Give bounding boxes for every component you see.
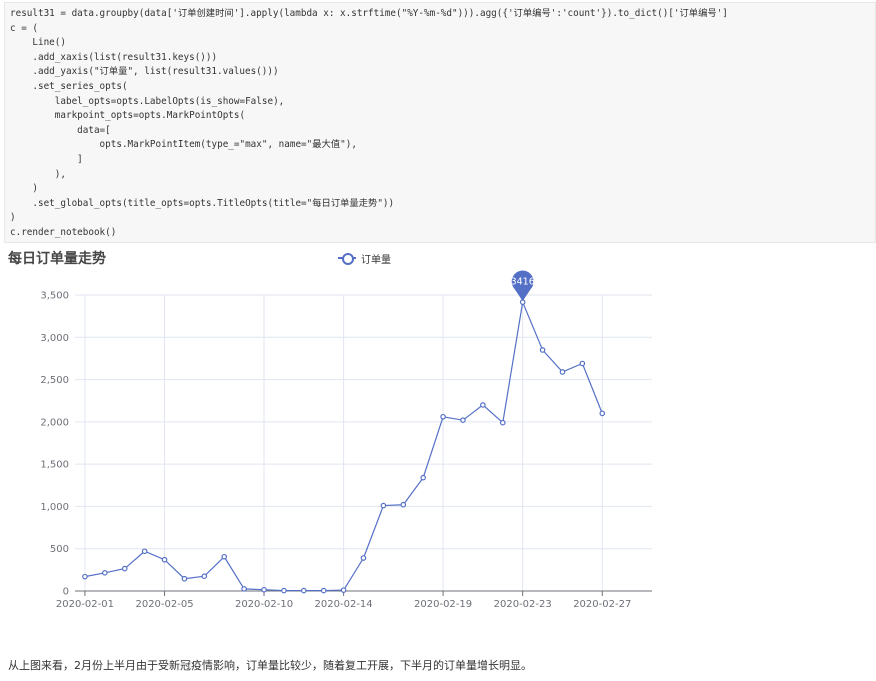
- y-tick-label: 1,000: [40, 502, 69, 513]
- data-point: [221, 553, 228, 560]
- code-line: ): [10, 212, 16, 224]
- code-line: .set_global_opts(title_opts=opts.TitleOp…: [10, 197, 395, 209]
- legend-label: 订单量: [361, 254, 391, 266]
- x-tick-label: 2020-02-27: [573, 599, 631, 610]
- data-point: [480, 402, 486, 408]
- data-point: [301, 587, 307, 594]
- data-point: [460, 417, 466, 423]
- data-point: [281, 587, 287, 594]
- line-chart: 0 500 1,000 1,500 2,000 2,500 3,000 3,500 2020-0…: [0, 244, 876, 614]
- analysis-note: 从上图来看，2月份上半月由于受新冠疫情影响，订单量比较少，随着复工开展，下半月的…: [8, 659, 532, 672]
- data-point: [360, 555, 367, 561]
- data-point: [121, 565, 128, 572]
- data-point: [261, 586, 267, 593]
- data-point: [181, 575, 188, 582]
- data-point: [161, 556, 168, 563]
- data-point: [340, 587, 347, 593]
- legend[interactable]: 订单量: [338, 250, 391, 266]
- code-line: .set_series_opts(: [10, 80, 128, 92]
- code-cell[interactable]: result31 = data.groupby(data['订单创建时间'].a…: [4, 2, 876, 243]
- data-point: [400, 501, 407, 508]
- code-line: c.render_notebook(): [10, 226, 117, 238]
- y-tick-label: 1,500: [40, 460, 69, 471]
- code-line: .add_yaxis("订单量", list(result31.values()…: [10, 66, 279, 78]
- code-line: ]: [10, 153, 83, 165]
- chart-canvas: 0 500 1,000 1,500 2,000 2,500 3,000 3,500 2020-0…: [40, 270, 652, 610]
- data-point: [579, 360, 586, 367]
- code-line: result31 = data.groupby(data['订单创建时间'].a…: [10, 8, 728, 19]
- data-point: [499, 419, 506, 426]
- y-tick-label: 2,500: [40, 375, 69, 386]
- data-point: [141, 548, 148, 555]
- data-point: [559, 369, 566, 375]
- y-tick-label: 3,000: [40, 333, 69, 344]
- chart-title: 每日订单量走势: [8, 251, 106, 267]
- x-tick-label: 2020-02-01: [56, 599, 114, 610]
- x-tick-label: 2020-02-10: [235, 599, 293, 610]
- data-point: [380, 502, 387, 509]
- code-line: ): [10, 183, 38, 195]
- code-line: ),: [10, 168, 66, 180]
- max-markpoint-label: 3416: [511, 277, 535, 288]
- x-tick-label: 2020-02-23: [494, 599, 552, 610]
- data-point: [440, 413, 446, 420]
- x-tick-label: 2020-02-19: [414, 599, 472, 610]
- y-tick-label: 0: [63, 587, 69, 598]
- y-tick-label: 2,000: [40, 417, 69, 428]
- code-line: label_opts=opts.LabelOpts(is_show=False)…: [10, 95, 285, 107]
- data-point: [599, 410, 606, 417]
- data-point: [241, 586, 247, 592]
- data-point: [420, 474, 426, 481]
- y-tick-label: 3,500: [40, 291, 69, 302]
- code-line: .add_xaxis(list(result31.keys())): [10, 51, 218, 63]
- legend-line-marker-icon: [338, 252, 356, 265]
- data-point: [539, 347, 546, 353]
- code-line: c = (: [10, 22, 38, 34]
- code-line: Line(): [10, 37, 66, 49]
- x-tick-label: 2020-02-05: [135, 599, 193, 610]
- data-point: [320, 587, 327, 594]
- data-point: [201, 573, 208, 580]
- code-line: markpoint_opts=opts.MarkPointOpts(: [10, 110, 246, 122]
- code-line: opts.MarkPointItem(type_="max", name="最大…: [10, 139, 357, 151]
- x-tick-label: 2020-02-14: [315, 599, 373, 610]
- y-tick-label: 500: [50, 544, 69, 555]
- code-line: data=[: [10, 124, 111, 136]
- data-point: [82, 573, 88, 580]
- data-point: [102, 570, 108, 576]
